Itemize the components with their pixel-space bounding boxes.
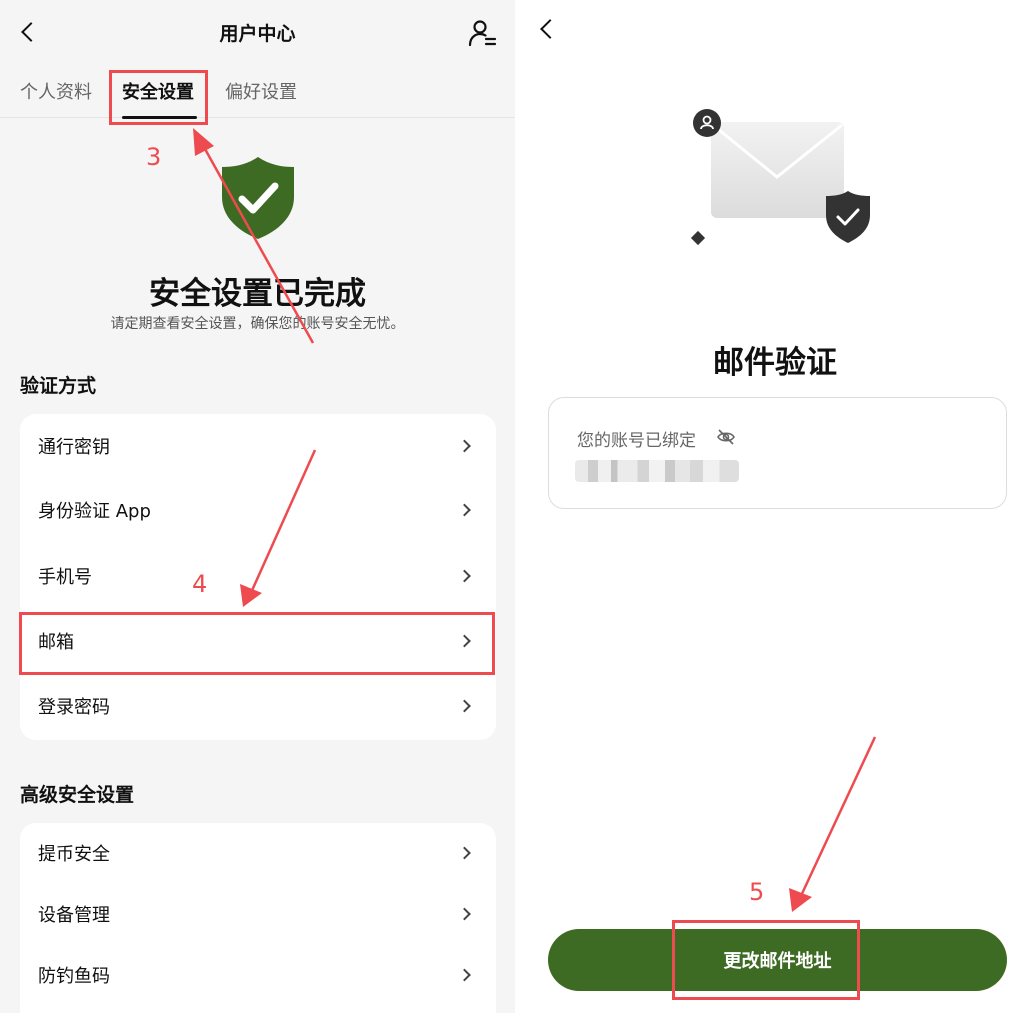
page-title: 用户中心 [219,23,296,45]
button-label: 更改邮件地址 [723,951,832,972]
list-item-label: 邮箱 [38,632,74,653]
section-title-advanced: 高级安全设置 [20,784,135,806]
chevron-right-icon [458,846,471,860]
list-item-label: 设备管理 [38,905,110,926]
list-item-label: 提币安全 [38,844,110,865]
chevron-right-icon [458,503,471,517]
section-title-verification: 验证方式 [20,375,97,397]
advanced-security-card: 提币安全 设备管理 防钓鱼码 [20,823,496,1013]
change-email-button[interactable]: 更改邮件地址 [548,929,1007,991]
email-verification-screen: 邮件验证 您的账号已绑定 更改邮件地址 [515,0,1035,1013]
chevron-right-icon [458,569,471,583]
list-item-login-password[interactable]: 登录密码 [20,676,496,736]
masked-email-value [575,460,739,482]
list-item-withdrawal-security[interactable]: 提币安全 [20,823,496,883]
list-item-authenticator-app[interactable]: 身份验证 App [20,480,496,540]
list-item-label: 身份验证 App [38,501,151,522]
chevron-right-icon [458,634,471,648]
verification-methods-card: 通行密钥 身份验证 App 手机号 邮箱 登录密码 [20,414,496,740]
top-bar: 用户中心 个人资料 安全设置 偏好设置 [0,0,515,119]
bound-email-card: 您的账号已绑定 [548,397,1007,509]
user-center-screen: 用户中心 个人资料 安全设置 偏好设置 安全设置已完成 请定期查看安全设置，确保… [0,0,515,1013]
eye-off-icon[interactable] [717,429,735,445]
list-item-label: 通行密钥 [38,437,110,458]
list-item-label: 登录密码 [38,697,110,718]
user-settings-icon[interactable] [467,18,497,48]
list-item-label: 防钓鱼码 [38,966,110,987]
chevron-right-icon [458,907,471,921]
list-item-label: 手机号 [38,567,92,588]
chevron-left-icon[interactable] [540,19,560,39]
tab-profile[interactable]: 个人资料 [20,78,92,104]
chevron-right-icon [458,439,471,453]
hero-subtitle: 请定期查看安全设置，确保您的账号安全无忧。 [110,316,405,332]
chevron-right-icon [458,699,471,713]
shield-check-icon [222,157,294,239]
list-item-anti-phishing-code[interactable]: 防钓鱼码 [20,945,496,1005]
page-title: 邮件验证 [713,345,837,381]
list-item-email[interactable]: 邮箱 [20,611,496,671]
hero-title: 安全设置已完成 [149,276,366,312]
list-item-phone[interactable]: 手机号 [20,546,496,606]
tab-preferences[interactable]: 偏好设置 [225,78,297,104]
mail-shield-illustration [690,109,870,246]
active-tab-indicator [122,116,197,119]
list-item-device-management[interactable]: 设备管理 [20,884,496,944]
tab-security[interactable]: 安全设置 [122,78,194,104]
list-item-passkey[interactable]: 通行密钥 [20,416,496,476]
bound-email-label: 您的账号已绑定 [577,431,696,451]
tab-bar: 个人资料 安全设置 偏好设置 [0,78,515,110]
chevron-right-icon [458,968,471,982]
